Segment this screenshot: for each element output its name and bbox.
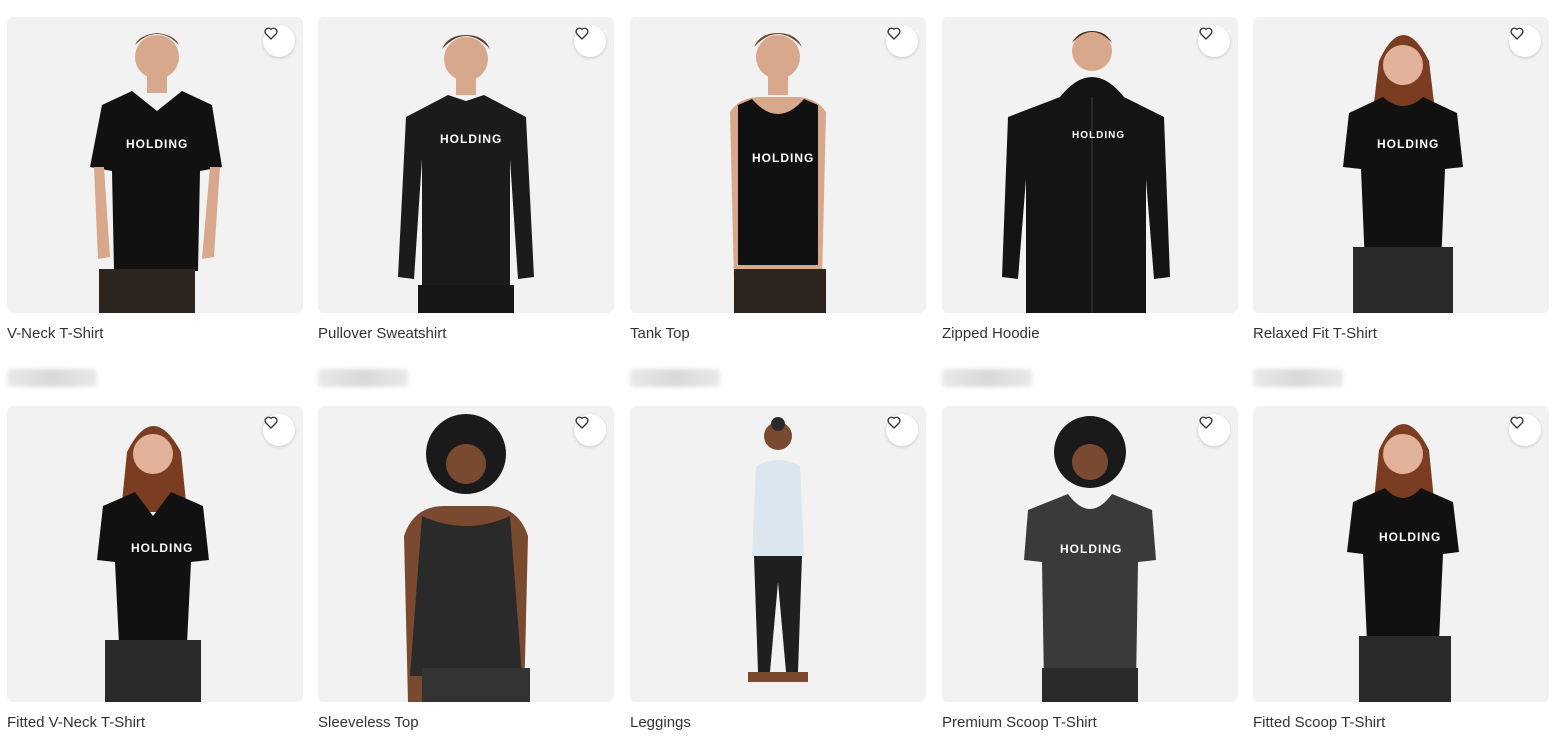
heart-icon[interactable] xyxy=(263,414,295,446)
model-wearing-leggings-illustration xyxy=(748,417,808,682)
product-grid: HOLDING V-Neck T-Shirt HOLDING Pullover … xyxy=(0,0,1564,736)
price-blurred xyxy=(7,369,97,387)
heart-icon[interactable] xyxy=(1509,25,1541,57)
model-wearing-tank-illustration: HOLDING xyxy=(730,33,826,313)
model-wearing-hoodie-illustration: HOLDING xyxy=(1002,31,1170,313)
model-wearing-vneck-illustration: HOLDING xyxy=(90,33,222,313)
product-image[interactable]: HOLDING xyxy=(942,17,1238,313)
product-title[interactable]: Premium Scoop T-Shirt xyxy=(942,714,1097,731)
product-image[interactable]: HOLDING xyxy=(7,406,303,702)
model-wearing-relaxed-tee-illustration: HOLDING xyxy=(1343,35,1463,313)
product-image[interactable] xyxy=(318,406,614,702)
product-title[interactable]: Pullover Sweatshirt xyxy=(318,325,446,342)
shirt-print-text: HOLDING xyxy=(131,541,193,555)
product-image[interactable]: HOLDING xyxy=(1253,17,1549,313)
heart-icon[interactable] xyxy=(886,414,918,446)
heart-icon[interactable] xyxy=(574,25,606,57)
heart-icon[interactable] xyxy=(1509,414,1541,446)
model-wearing-sleeveless-top-illustration xyxy=(404,414,530,702)
product-image[interactable]: HOLDING xyxy=(1253,406,1549,702)
model-wearing-premium-scoop-illustration: HOLDING xyxy=(1024,416,1156,702)
heart-icon[interactable] xyxy=(574,414,606,446)
product-title[interactable]: Zipped Hoodie xyxy=(942,325,1040,342)
shirt-print-text: HOLDING xyxy=(1072,130,1125,141)
shirt-print-text: HOLDING xyxy=(126,137,188,151)
product-image[interactable]: HOLDING xyxy=(318,17,614,313)
shirt-print-text: HOLDING xyxy=(1060,542,1122,556)
shirt-print-text: HOLDING xyxy=(1379,530,1441,544)
model-wearing-sweatshirt-illustration: HOLDING xyxy=(398,35,534,313)
product-image[interactable]: HOLDING xyxy=(630,17,926,313)
shirt-print-text: HOLDING xyxy=(440,132,502,146)
price-blurred xyxy=(630,369,720,387)
product-title[interactable]: Sleeveless Top xyxy=(318,714,419,731)
shirt-print-text: HOLDING xyxy=(1377,137,1439,151)
heart-icon[interactable] xyxy=(1198,414,1230,446)
heart-icon[interactable] xyxy=(1198,25,1230,57)
model-wearing-fitted-scoop-illustration: HOLDING xyxy=(1347,424,1459,702)
heart-icon[interactable] xyxy=(263,25,295,57)
heart-icon[interactable] xyxy=(886,25,918,57)
product-title[interactable]: Leggings xyxy=(630,714,691,731)
price-blurred xyxy=(1253,369,1343,387)
product-title[interactable]: Tank Top xyxy=(630,325,690,342)
price-blurred xyxy=(942,369,1032,387)
product-title[interactable]: V-Neck T-Shirt xyxy=(7,325,103,342)
product-image[interactable] xyxy=(630,406,926,702)
product-image[interactable]: HOLDING xyxy=(942,406,1238,702)
product-title[interactable]: Fitted V-Neck T-Shirt xyxy=(7,714,145,731)
shirt-print-text: HOLDING xyxy=(752,151,814,165)
product-image[interactable]: HOLDING xyxy=(7,17,303,313)
model-wearing-fitted-vneck-illustration: HOLDING xyxy=(97,426,209,702)
product-title[interactable]: Fitted Scoop T-Shirt xyxy=(1253,714,1385,731)
product-title[interactable]: Relaxed Fit T-Shirt xyxy=(1253,325,1377,342)
price-blurred xyxy=(318,369,408,387)
